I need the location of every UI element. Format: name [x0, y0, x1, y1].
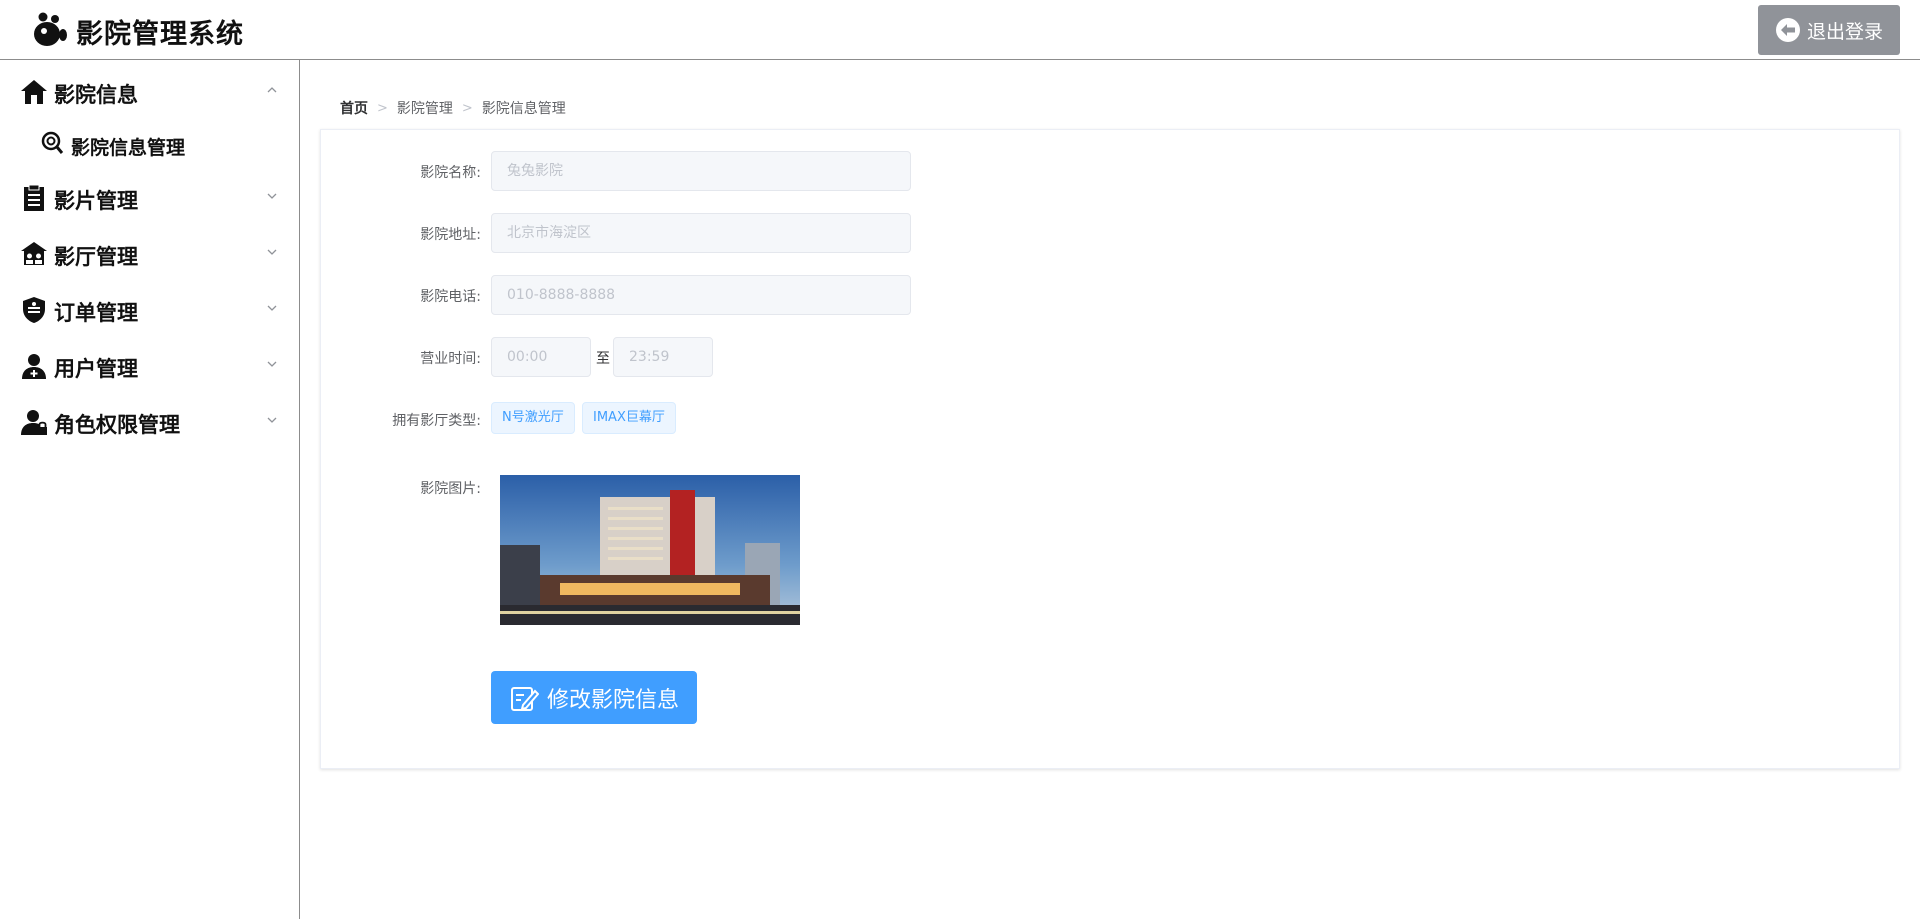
- logo-icon: [34, 12, 67, 46]
- cinema-address-label: 影院地址:: [420, 227, 481, 243]
- edit-button-label: 修改影院信息: [546, 687, 679, 713]
- menu-hall-manage[interactable]: 影厅管理: [0, 232, 299, 276]
- menu-label: 订单管理: [54, 301, 138, 325]
- cinema-image-label: 影院图片:: [420, 481, 481, 497]
- hall-types-label: 拥有影厅类型:: [392, 413, 481, 429]
- chevron-down-icon: [267, 193, 277, 199]
- logout-button[interactable]: 退出登录: [1758, 5, 1900, 55]
- user-icon: [22, 354, 46, 379]
- cinema-phone-label: 影院电话:: [420, 289, 481, 305]
- menu-order-manage[interactable]: 订单管理: [0, 288, 299, 332]
- sidebar: 影院信息 影院信息管理 影片管理 影厅管理 订单管理 用户管理 角色权限管理: [0, 60, 300, 919]
- chevron-down-icon: [267, 361, 277, 367]
- edit-icon: [510, 686, 539, 711]
- breadcrumb-home[interactable]: 首页: [340, 98, 368, 118]
- top-header: 影院管理系统 退出登录: [0, 0, 1920, 60]
- user-lock-icon: [21, 410, 47, 435]
- chevron-down-icon: [267, 249, 277, 255]
- logout-label: 退出登录: [1806, 20, 1883, 43]
- breadcrumb-separator-icon: >: [377, 100, 388, 116]
- hall-icon: [21, 242, 47, 265]
- menu-role-permission-manage[interactable]: 角色权限管理: [0, 400, 299, 444]
- menu-label: 影片管理: [54, 189, 138, 213]
- breadcrumb-cinema-manage: 影院管理: [396, 101, 453, 117]
- menu-label: 影厅管理: [54, 245, 138, 269]
- cinema-address-input[interactable]: 北京市海淀区: [491, 213, 911, 253]
- shield-icon: [23, 297, 45, 323]
- menu-movie-manage[interactable]: 影片管理: [0, 176, 299, 220]
- edit-cinema-info-button[interactable]: 修改影院信息: [491, 671, 697, 724]
- menu-cinema-info[interactable]: 影院信息: [0, 70, 299, 114]
- clipboard-icon: [24, 184, 44, 211]
- chevron-up-icon: [267, 87, 277, 93]
- home-icon: [21, 80, 47, 104]
- breadcrumb-current: 影院信息管理: [481, 101, 566, 117]
- cinema-name-input[interactable]: 兔兔影院: [491, 151, 911, 191]
- breadcrumb-separator-icon: >: [461, 100, 473, 116]
- cinema-name-label: 影院名称:: [420, 165, 481, 181]
- menu-label: 用户管理: [54, 357, 138, 381]
- app-title: 影院管理系统: [76, 19, 244, 50]
- sign-out-icon: [1775, 18, 1800, 42]
- breadcrumb: 首页 > 影院管理 > 影院信息管理: [340, 98, 566, 118]
- sub-menu-label: 影院信息管理: [71, 137, 186, 159]
- hours-start-input[interactable]: 00:00: [491, 337, 591, 377]
- hours-end-input[interactable]: 23:59: [613, 337, 713, 377]
- chevron-down-icon: [267, 417, 277, 423]
- menu-user-manage[interactable]: 用户管理: [0, 344, 299, 388]
- cinema-phone-input[interactable]: 010-8888-8888: [491, 275, 911, 315]
- search-icon: [41, 131, 64, 154]
- cinema-photo: [500, 475, 800, 625]
- hours-range-separator: 至: [596, 351, 610, 367]
- menu-label: 影院信息: [54, 83, 138, 107]
- menu-label: 角色权限管理: [54, 413, 180, 437]
- chevron-down-icon: [267, 305, 277, 311]
- business-hours-label: 营业时间:: [420, 351, 481, 367]
- hall-type-tag: N号激光厅: [491, 402, 575, 434]
- hall-type-tag: IMAX巨幕厅: [582, 402, 676, 434]
- sub-menu-cinema-info-manage[interactable]: 影院信息管理: [0, 124, 299, 164]
